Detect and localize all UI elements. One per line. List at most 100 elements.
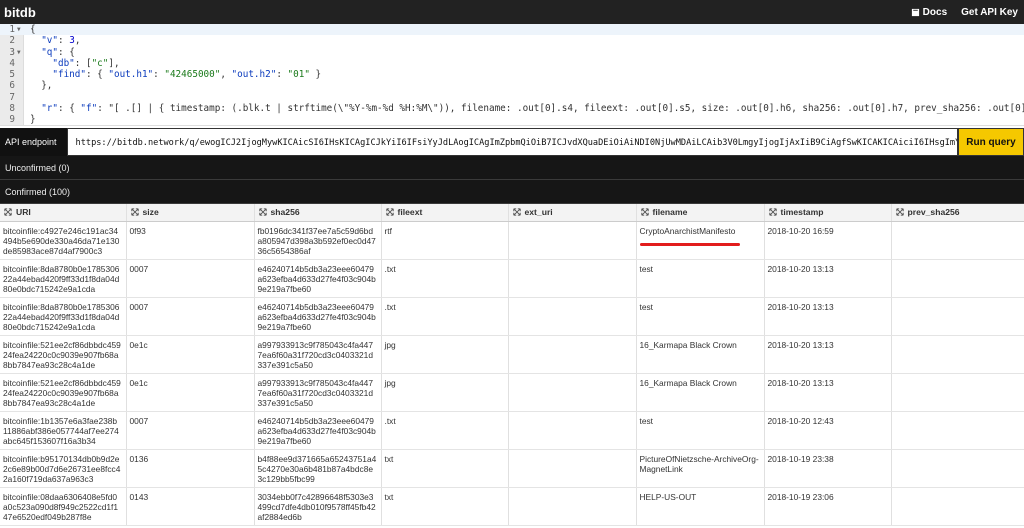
table-row[interactable]: bitcoinfile:8da8780b0e178530622a44ebad42… bbox=[0, 297, 1024, 336]
cell-prev-sha256 bbox=[891, 221, 1024, 260]
fold-arrow-icon[interactable]: ▼ bbox=[17, 24, 24, 35]
cell-filename: PictureOfNietzsche-ArchiveOrg-MagnetLink bbox=[636, 449, 765, 488]
cell-fileext: .txt bbox=[381, 297, 509, 336]
cell-ext-uri bbox=[508, 373, 637, 412]
line-number: 5 bbox=[9, 69, 15, 81]
column-header-fileext[interactable]: fileext bbox=[381, 204, 509, 222]
cell-uri: bitcoinfile:1b1357e6a3fae238b11886abf386… bbox=[0, 411, 127, 450]
code-text: "find": { "out.h1": "42465000", "out.h2"… bbox=[52, 69, 322, 81]
cell-sha256: e46240714b5db3a23eee60479a623efba4d633d2… bbox=[254, 259, 382, 298]
results-table: URI size sha256 fileext ext_uri filename times… bbox=[0, 204, 1024, 526]
get-api-key-link[interactable]: Get API Key bbox=[961, 7, 1018, 18]
query-editor[interactable]: 1 ▼{2 "v": 3, 3 ▼ "q": {4 "db": ["c"], 5 "fi… bbox=[0, 24, 1024, 126]
cell-ext-uri bbox=[508, 449, 637, 488]
fold-arrow-icon bbox=[17, 58, 24, 69]
editor-line[interactable]: 9} bbox=[0, 114, 1024, 125]
cell-filename: test bbox=[636, 411, 765, 450]
cell-timestamp: 2018-10-20 13:13 bbox=[764, 335, 892, 374]
cell-sha256: a997933913c9f785043c4fa4477ea6f60a31f720… bbox=[254, 373, 382, 412]
run-query-button[interactable]: Run query bbox=[958, 128, 1024, 156]
cell-sha256: a997933913c9f785043c4fa4477ea6f60a31f720… bbox=[254, 335, 382, 374]
cell-prev-sha256 bbox=[891, 335, 1024, 374]
cell-prev-sha256 bbox=[891, 373, 1024, 412]
api-endpoint-label: API endpoint bbox=[5, 137, 57, 147]
table-row[interactable]: bitcoinfile:1b1357e6a3fae238b11886abf386… bbox=[0, 411, 1024, 450]
cell-fileext: .txt bbox=[381, 259, 509, 298]
cell-sha256: e46240714b5db3a23eee60479a623efba4d633d2… bbox=[254, 411, 382, 450]
cell-prev-sha256 bbox=[891, 487, 1024, 526]
cell-uri: bitcoinfile:c4927e246c191ac34494b5e690de… bbox=[0, 221, 127, 260]
cell-prev-sha256 bbox=[891, 297, 1024, 336]
cell-ext-uri bbox=[508, 259, 637, 298]
table-row[interactable]: bitcoinfile:b95170134db0b9d2e2c6e89b00d7… bbox=[0, 449, 1024, 488]
cell-fileext: jpg bbox=[381, 373, 509, 412]
column-header-URI[interactable]: URI bbox=[0, 204, 127, 222]
cell-fileext: jpg bbox=[381, 335, 509, 374]
cell-filename: HELP-US-OUT bbox=[636, 487, 765, 526]
cell-uri: bitcoinfile:8da8780b0e178530622a44ebad42… bbox=[0, 259, 127, 298]
editor-line[interactable]: 2 "v": 3, bbox=[0, 35, 1024, 46]
line-number: 8 bbox=[9, 103, 15, 115]
table-row[interactable]: bitcoinfile:c4927e246c191ac34494b5e690de… bbox=[0, 221, 1024, 260]
resize-arrows-icon bbox=[385, 208, 394, 216]
cell-ext-uri bbox=[508, 335, 637, 374]
table-header-row: URI size sha256 fileext ext_uri filename times… bbox=[0, 204, 1024, 222]
unconfirmed-section-header[interactable]: Unconfirmed (0) bbox=[0, 156, 1024, 180]
cell-prev-sha256 bbox=[891, 259, 1024, 298]
fold-arrow-icon bbox=[17, 69, 24, 80]
column-header-ext-uri[interactable]: ext_uri bbox=[508, 204, 637, 222]
api-endpoint-url[interactable]: https://bitdb.network/q/ewogICJ2IjogMywK… bbox=[66, 128, 958, 156]
table-row[interactable]: bitcoinfile:08daa6306408e5fd0a0c523a090d… bbox=[0, 487, 1024, 526]
cell-uri: bitcoinfile:521ee2cf86dbbdc45924fea24220… bbox=[0, 335, 127, 374]
column-header-label: filename bbox=[652, 207, 688, 218]
cell-ext-uri bbox=[508, 297, 637, 336]
code-text: } bbox=[30, 114, 36, 126]
editor-line[interactable]: 7 bbox=[0, 92, 1024, 103]
cell-ext-uri bbox=[508, 411, 637, 450]
cell-size: 0e1c bbox=[126, 373, 255, 412]
table-row[interactable]: bitcoinfile:521ee2cf86dbbdc45924fea24220… bbox=[0, 373, 1024, 412]
column-header-size[interactable]: size bbox=[126, 204, 255, 222]
column-header-label: size bbox=[142, 207, 159, 218]
cell-timestamp: 2018-10-20 13:13 bbox=[764, 373, 892, 412]
cell-ext-uri bbox=[508, 221, 637, 260]
brand-logo[interactable]: bitdb bbox=[4, 5, 36, 20]
editor-line[interactable]: 1 ▼ { bbox=[0, 24, 1024, 36]
fold-arrow-icon bbox=[17, 103, 24, 114]
editor-line[interactable]: 6 }, bbox=[0, 80, 1024, 91]
table-row[interactable]: bitcoinfile:521ee2cf86dbbdc45924fea24220… bbox=[0, 335, 1024, 374]
editor-line[interactable]: 4 "db": ["c"], bbox=[0, 58, 1024, 69]
cell-sha256: fb0196dc341f37ee7a5c59d6bda805947d398a3b… bbox=[254, 221, 382, 260]
cell-ext-uri bbox=[508, 487, 637, 526]
cell-prev-sha256 bbox=[891, 411, 1024, 450]
fold-arrow-icon[interactable]: ▼ bbox=[17, 47, 24, 58]
book-icon bbox=[911, 8, 919, 16]
resize-arrows-icon bbox=[895, 208, 904, 216]
cell-filename: CryptoAnarchistManifesto bbox=[636, 221, 765, 260]
cell-timestamp: 2018-10-20 12:43 bbox=[764, 411, 892, 450]
table-row[interactable]: bitcoinfile:8da8780b0e178530622a44ebad42… bbox=[0, 259, 1024, 298]
cell-uri: bitcoinfile:b95170134db0b9d2e2c6e89b00d7… bbox=[0, 449, 127, 488]
line-number: 2 bbox=[9, 35, 15, 47]
column-header-sha256[interactable]: sha256 bbox=[254, 204, 382, 222]
resize-arrows-icon bbox=[130, 208, 139, 216]
column-header-prev-sha256[interactable]: prev_sha256 bbox=[891, 204, 1024, 222]
editor-line[interactable]: 8 "r": { "f": "[ .[] | { timestamp: (.bl… bbox=[0, 103, 1024, 114]
cell-filename: test bbox=[636, 297, 765, 336]
line-number: 1 bbox=[9, 24, 15, 35]
cell-timestamp: 2018-10-20 13:13 bbox=[764, 297, 892, 336]
column-header-timestamp[interactable]: timestamp bbox=[764, 204, 892, 222]
confirmed-section-header[interactable]: Confirmed (100) bbox=[0, 180, 1024, 204]
column-header-filename[interactable]: filename bbox=[636, 204, 765, 222]
code-text: { bbox=[30, 24, 36, 35]
docs-link[interactable]: Docs bbox=[911, 7, 947, 18]
column-header-label: fileext bbox=[397, 207, 423, 218]
code-text: "r": { "f": "[ .[] | { timestamp: (.blk.… bbox=[41, 103, 1024, 115]
editor-line[interactable]: 3 ▼ "q": { bbox=[0, 47, 1024, 58]
editor-line[interactable]: 5 "find": { "out.h1": "42465000", "out.h… bbox=[0, 69, 1024, 80]
resize-arrows-icon bbox=[258, 208, 267, 216]
cell-timestamp: 2018-10-20 16:59 bbox=[764, 221, 892, 260]
fold-arrow-icon bbox=[17, 35, 24, 46]
docs-label: Docs bbox=[922, 6, 948, 18]
column-header-label: timestamp bbox=[780, 207, 824, 218]
